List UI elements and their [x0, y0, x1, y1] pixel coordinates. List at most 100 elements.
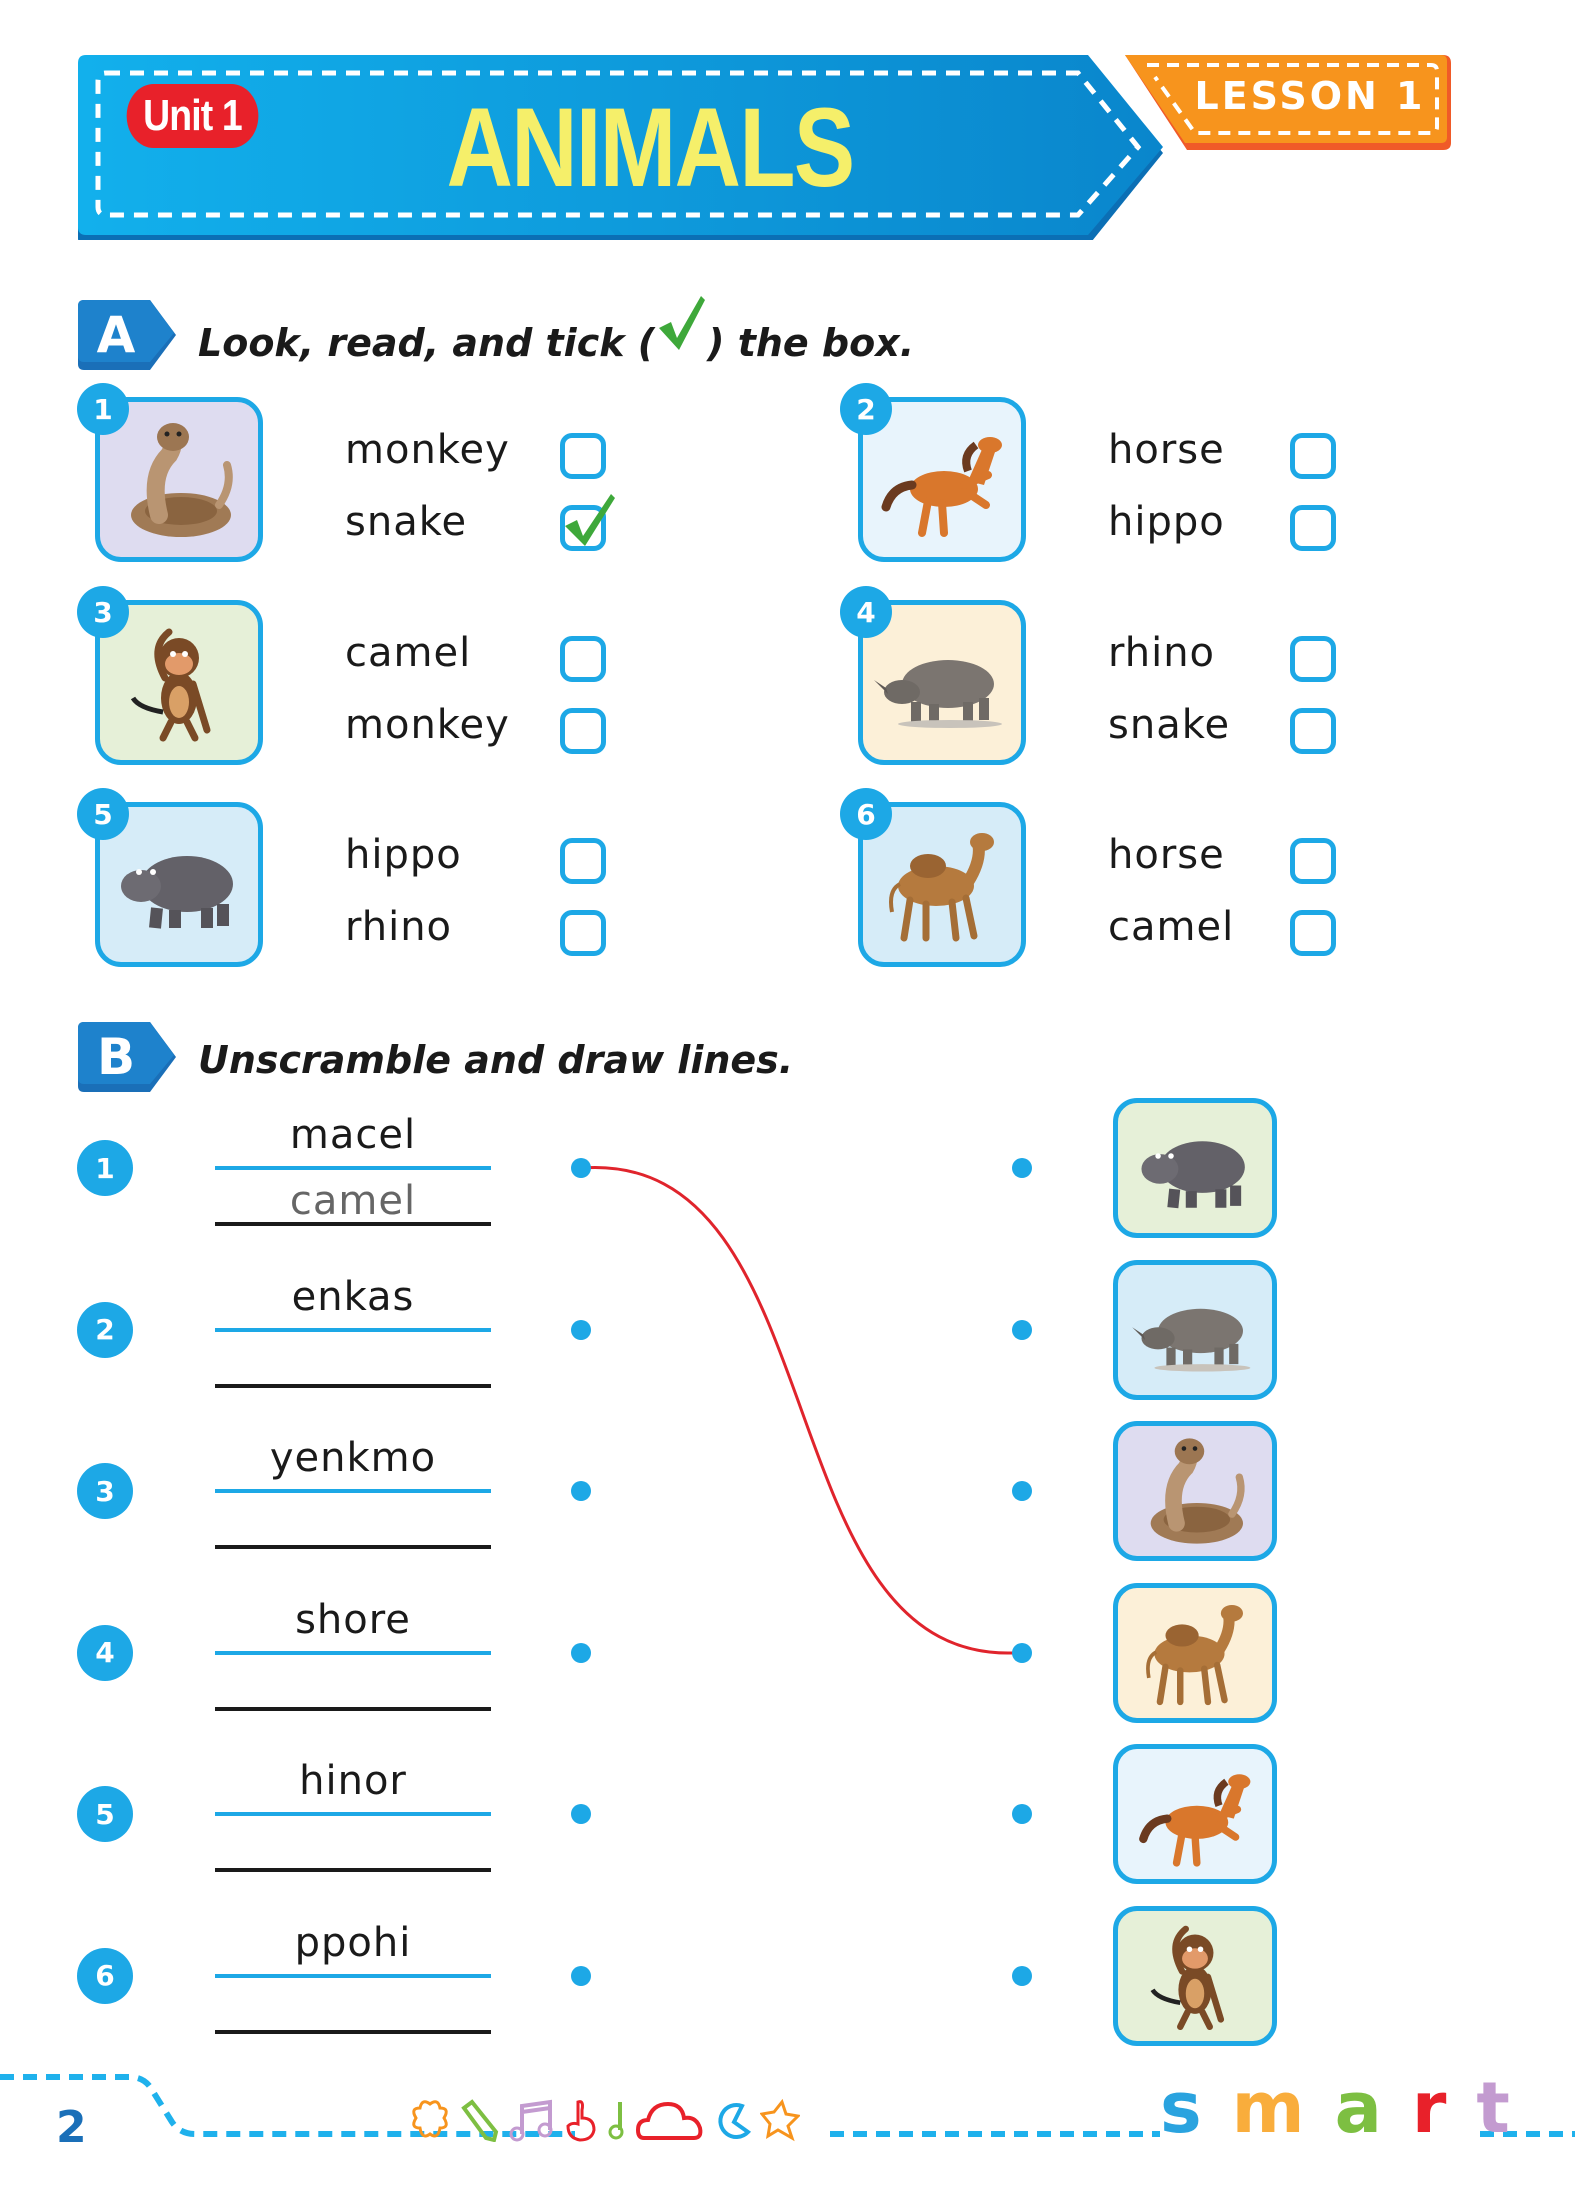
match-picture[interactable] [1113, 1259, 1277, 1400]
answer-line [215, 2029, 491, 2034]
scrambled-word: yenkmo [269, 1435, 437, 1481]
option-checkbox[interactable] [560, 433, 606, 479]
option-label: rhino [1108, 630, 1216, 676]
section-a-instruction: Look, read, and tick ( ) the box. [198, 296, 915, 365]
match-picture[interactable] [1113, 1744, 1277, 1884]
item-number: 1 [77, 383, 129, 435]
rhino-icon [1125, 1270, 1265, 1390]
left-match-dot[interactable] [571, 1642, 591, 1663]
right-match-dot[interactable] [1012, 1965, 1032, 1986]
answer-line [215, 1383, 491, 1388]
right-match-dot[interactable] [1012, 1804, 1032, 1824]
left-match-dot[interactable] [571, 1965, 591, 1986]
option-checkbox[interactable] [1290, 505, 1336, 551]
row-number: 6 [77, 1947, 133, 2004]
option-label: monkey [345, 427, 510, 473]
monkey-icon [109, 618, 249, 748]
option-label: horse [1108, 427, 1225, 473]
brand-letter: t [1476, 2067, 1540, 2149]
answer-field[interactable]: camel [215, 1176, 491, 1226]
right-match-dot[interactable] [1012, 1642, 1032, 1663]
option-checkbox[interactable] [560, 708, 606, 754]
row-number: 1 [77, 1140, 133, 1196]
option-checkbox[interactable] [1290, 838, 1336, 884]
option-checkbox[interactable] [1290, 433, 1336, 479]
match-picture[interactable] [1113, 1582, 1277, 1723]
left-match-dot[interactable] [571, 1481, 591, 1501]
brand-logo: smart [1160, 2068, 1540, 2148]
option-checkbox[interactable] [1290, 910, 1336, 956]
left-match-dot[interactable] [571, 1319, 591, 1340]
option-label: hippo [1108, 499, 1225, 545]
row-number: 2 [77, 1301, 133, 1358]
row-number: 4 [77, 1624, 133, 1681]
hippo-icon [1125, 1108, 1265, 1228]
rhino-icon [872, 618, 1012, 748]
left-match-dot[interactable] [571, 1804, 591, 1824]
section-a-badge: A [78, 300, 178, 370]
match-picture[interactable] [1113, 1905, 1277, 2046]
pacman-icon [718, 2103, 752, 2139]
page-number: 2 [56, 2102, 87, 2153]
music-notes-icon [509, 2099, 553, 2142]
right-match-dot[interactable] [1012, 1481, 1032, 1501]
scrambled-word: hinor [299, 1758, 407, 1804]
tick-icon [655, 296, 707, 358]
scrambled-word: ppohi [294, 1919, 412, 1966]
match-picture[interactable] [1113, 1421, 1277, 1561]
instruction-text-end: ) the box. [707, 321, 915, 365]
footer-decor [410, 2095, 830, 2145]
right-match-dot[interactable] [1012, 1319, 1032, 1340]
page-title: ANIMALS [446, 85, 856, 210]
hippo-icon [109, 820, 249, 950]
section-a-letter: A [97, 306, 136, 364]
item-number: 3 [77, 586, 129, 638]
brand-letter: s [1160, 2067, 1232, 2149]
option-checkbox[interactable] [1290, 708, 1336, 754]
option-label: monkey [345, 702, 510, 748]
scrambled-word: shore [295, 1596, 411, 1643]
option-label: hippo [345, 832, 462, 878]
snake-icon [109, 415, 249, 545]
right-match-dot[interactable] [1012, 1158, 1032, 1178]
option-checkbox[interactable] [560, 494, 615, 551]
answer-line [215, 1545, 491, 1549]
option-label: rhino [345, 904, 453, 950]
tick-icon [565, 494, 615, 546]
lesson-label: LESSON 1 [1194, 74, 1426, 118]
flower-icon [412, 2100, 448, 2138]
left-match-dot[interactable] [571, 1158, 591, 1178]
snake-icon [1125, 1431, 1265, 1551]
brand-letter: m [1231, 2067, 1335, 2149]
option-checkbox[interactable] [560, 910, 606, 956]
row-number: 5 [77, 1786, 133, 1842]
item-number: 2 [840, 383, 892, 435]
option-checkbox[interactable] [560, 636, 606, 682]
word-underline [215, 1489, 491, 1493]
section-b-badge: B [78, 1022, 178, 1092]
option-label: camel [345, 630, 472, 676]
option-checkbox[interactable] [1290, 636, 1336, 682]
answer-line [215, 1222, 491, 1226]
cloud-icon [636, 2101, 703, 2140]
item-number: 4 [840, 586, 892, 638]
word-underline [215, 1973, 491, 1978]
camel-icon [872, 820, 1012, 950]
word-underline [215, 1650, 491, 1655]
answer-line [215, 1706, 491, 1711]
brand-letter: a [1334, 2067, 1412, 2149]
pointing-hand-icon [566, 2100, 596, 2142]
horse-icon [1125, 1754, 1265, 1874]
word-underline [215, 1327, 491, 1332]
option-label: horse [1108, 832, 1225, 878]
scrambled-word: macel [289, 1112, 417, 1158]
match-picture[interactable] [1113, 1098, 1277, 1238]
instruction-text-start: Look, read, and tick ( [198, 321, 656, 365]
section-b-instruction: Unscramble and draw lines. [198, 1038, 794, 1082]
star-icon [760, 2098, 800, 2142]
option-checkbox[interactable] [560, 838, 606, 884]
monkey-icon [1125, 1916, 1265, 2036]
scrambled-word: enkas [291, 1273, 415, 1320]
match-line [580, 1166, 1023, 1655]
item-number: 5 [77, 788, 129, 840]
